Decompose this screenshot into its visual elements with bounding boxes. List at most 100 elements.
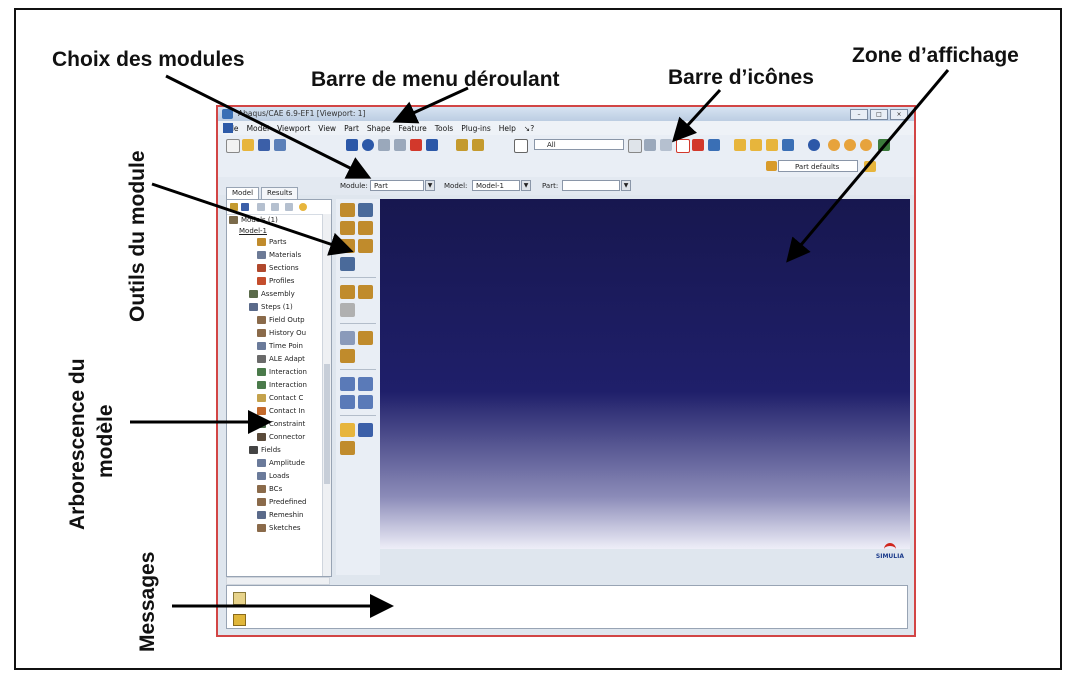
tree-root[interactable]: Models (1) xyxy=(229,216,278,224)
tree-item-bcs[interactable]: BCs xyxy=(257,485,282,493)
menu-shape[interactable]: Shape xyxy=(367,124,391,133)
tree-model-1[interactable]: Model-1 xyxy=(239,227,267,235)
tree-horizontal-scrollbar[interactable] xyxy=(226,577,330,585)
datum-plane-icon[interactable] xyxy=(340,395,355,409)
tree-help-icon[interactable] xyxy=(299,203,307,211)
new-file-icon[interactable] xyxy=(226,139,240,153)
model-select[interactable]: Model-1 ▼ xyxy=(472,180,531,191)
cut-icon[interactable] xyxy=(340,239,355,253)
tree-item-constraints[interactable]: Constraint xyxy=(257,420,305,428)
menu-view[interactable]: View xyxy=(318,124,336,133)
magnify-icon[interactable] xyxy=(378,139,390,151)
view-back-icon[interactable] xyxy=(750,139,762,151)
auto-fit-icon[interactable] xyxy=(456,139,468,151)
tree-item-history-output[interactable]: History Ou xyxy=(257,329,306,337)
menu-context-help[interactable]: ↘? xyxy=(524,124,534,133)
fit-view-icon[interactable] xyxy=(410,139,422,151)
sphere-icon[interactable] xyxy=(844,139,856,151)
zoom-box-icon[interactable] xyxy=(394,139,406,151)
tree-scroll-thumb[interactable] xyxy=(324,364,330,484)
tree-item-amplitudes[interactable]: Amplitude xyxy=(257,459,305,467)
color-icon[interactable] xyxy=(860,139,872,151)
tree-scrollbar[interactable] xyxy=(322,214,331,576)
part-manager-icon[interactable] xyxy=(358,203,373,217)
open-folder-icon[interactable] xyxy=(242,139,254,151)
menu-model[interactable]: Model xyxy=(247,124,270,133)
datum-icon[interactable] xyxy=(358,285,373,299)
menu-plugins[interactable]: Plug-ins xyxy=(461,124,491,133)
drag-shape-icon[interactable] xyxy=(660,139,672,151)
light-icon[interactable] xyxy=(828,139,840,151)
rotate-icon[interactable] xyxy=(362,139,374,151)
tree-item-sections[interactable]: Sections xyxy=(257,264,299,272)
model-dropdown-icon[interactable]: ▼ xyxy=(521,180,531,191)
datum-point-icon[interactable] xyxy=(340,377,355,391)
datum-axis-icon[interactable] xyxy=(358,377,373,391)
view-front-icon[interactable] xyxy=(734,139,746,151)
tree-item-remeshing-rules[interactable]: Remeshin xyxy=(257,511,303,519)
dropdown-arrow-icon[interactable] xyxy=(628,139,642,153)
display-options-icon[interactable] xyxy=(864,161,876,172)
part-defaults-select[interactable]: Part defaults xyxy=(778,160,858,172)
extrude-icon[interactable] xyxy=(340,221,355,235)
print-icon[interactable] xyxy=(274,139,286,151)
python-console-icon[interactable] xyxy=(233,614,246,626)
partition-icon[interactable] xyxy=(340,285,355,299)
shell-icon[interactable] xyxy=(358,239,373,253)
tree-item-time-points[interactable]: Time Poin xyxy=(257,342,303,350)
part-defaults-icon[interactable] xyxy=(766,161,777,171)
tree-item-interactions[interactable]: Interaction xyxy=(257,368,307,376)
info-icon[interactable] xyxy=(808,139,820,151)
maximize-button[interactable]: □ xyxy=(870,109,888,120)
close-button[interactable]: × xyxy=(890,109,908,120)
mirror-icon[interactable] xyxy=(358,331,373,345)
tree-expand-icon[interactable] xyxy=(241,203,249,211)
query-icon[interactable] xyxy=(472,139,484,151)
view-top-icon[interactable] xyxy=(782,139,794,151)
menu-feature[interactable]: Feature xyxy=(398,124,426,133)
module-select[interactable]: Part ▼ xyxy=(370,180,435,191)
tree-item-field-output[interactable]: Field Outp xyxy=(257,316,305,324)
menu-part[interactable]: Part xyxy=(344,124,359,133)
tree-item-contact-controls[interactable]: Contact C xyxy=(257,394,303,402)
selection-filter-select[interactable]: All xyxy=(534,139,624,150)
viewport-canvas[interactable] xyxy=(380,199,910,549)
tree-item-sketches[interactable]: Sketches xyxy=(257,524,301,532)
view-iso-icon[interactable] xyxy=(766,139,778,151)
tree-item-profiles[interactable]: Profiles xyxy=(257,277,294,285)
message-area-icon[interactable] xyxy=(233,592,246,605)
menu-viewport[interactable]: Viewport xyxy=(277,124,310,133)
render-icon[interactable] xyxy=(692,139,704,151)
grid-icon[interactable] xyxy=(878,139,890,151)
tree-item-connectors[interactable]: Connector xyxy=(257,433,305,441)
save-icon[interactable] xyxy=(258,139,270,151)
box-select-icon[interactable] xyxy=(676,139,690,153)
viewport-menu-icon[interactable] xyxy=(223,123,233,133)
tree-item-assembly[interactable]: Assembly xyxy=(249,290,295,298)
repair-icon[interactable] xyxy=(340,349,355,363)
part-select[interactable]: ▼ xyxy=(562,180,631,191)
pan-icon[interactable] xyxy=(346,139,358,151)
part-dropdown-icon[interactable]: ▼ xyxy=(621,180,631,191)
tree-item-contact-initialization[interactable]: Contact In xyxy=(257,407,305,415)
cycle-icon[interactable] xyxy=(426,139,438,151)
tree-copy-icon[interactable] xyxy=(271,203,279,211)
tree-item-ale-adaptive[interactable]: ALE Adapt xyxy=(257,355,305,363)
message-area[interactable] xyxy=(226,585,908,629)
tree-item-loads[interactable]: Loads xyxy=(257,472,289,480)
datum-csys-icon[interactable] xyxy=(358,395,373,409)
minimize-button[interactable]: – xyxy=(850,109,868,120)
measure-icon[interactable] xyxy=(358,423,373,437)
shaded-icon[interactable] xyxy=(708,139,720,151)
tree-item-steps[interactable]: Steps (1) xyxy=(249,303,293,311)
tree-edit-icon[interactable] xyxy=(285,203,293,211)
tree-item-fields[interactable]: Fields xyxy=(249,446,281,454)
menu-tools[interactable]: Tools xyxy=(435,124,453,133)
selection-options-icon[interactable] xyxy=(644,139,656,151)
tree-item-materials[interactable]: Materials xyxy=(257,251,301,259)
tree-item-parts[interactable]: Parts xyxy=(257,238,286,246)
create-part-icon[interactable] xyxy=(340,203,355,217)
tree-filter-icon[interactable] xyxy=(230,203,238,211)
round-icon[interactable] xyxy=(340,257,355,271)
attachment-icon[interactable] xyxy=(340,423,355,437)
